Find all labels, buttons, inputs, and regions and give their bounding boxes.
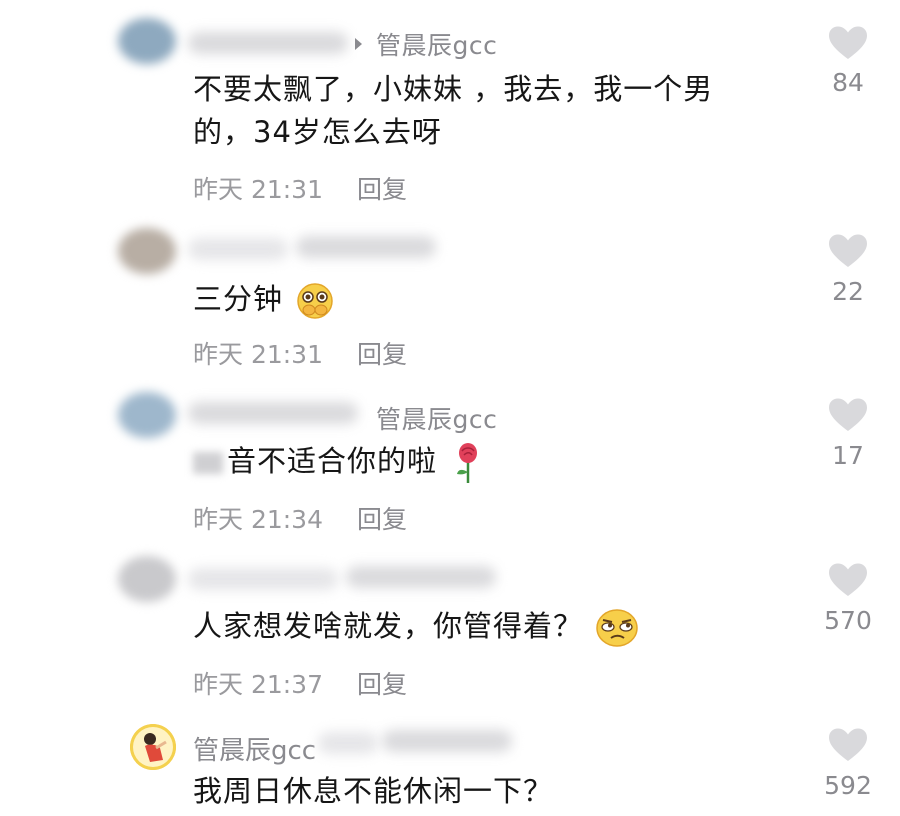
comment-time: 昨天 21:31 xyxy=(193,175,323,204)
triangle-right-icon xyxy=(355,38,362,50)
username-blurred xyxy=(188,402,358,424)
comment-meta: 昨天 21:31 回复 xyxy=(193,170,407,206)
username-blurred xyxy=(188,568,338,590)
comment-time: 昨天 21:31 xyxy=(193,340,323,369)
avatar[interactable] xyxy=(118,228,176,274)
comment-text-content: 人家想发啥就发，你管得着？ xyxy=(193,609,584,643)
avatar[interactable] xyxy=(130,724,176,770)
heart-icon[interactable] xyxy=(828,26,868,60)
reply-button[interactable]: 回复 xyxy=(357,670,407,699)
comment-meta: 昨天 21:34 回复 xyxy=(193,500,407,536)
reply-button[interactable]: 回复 xyxy=(357,340,407,369)
heart-icon[interactable] xyxy=(828,234,868,268)
comment-text: 音不适合你的啦 xyxy=(193,440,783,484)
like-count: 84 xyxy=(832,68,864,97)
reply-button[interactable]: 回复 xyxy=(357,505,407,534)
like-count: 570 xyxy=(824,606,872,635)
like-count: 17 xyxy=(832,441,864,470)
comment-text: 我周日休息不能休闲一下？ xyxy=(193,774,554,808)
like-count: 22 xyxy=(832,277,864,306)
rose-emoji xyxy=(457,443,478,483)
comment-meta: 昨天 21:31 回复 xyxy=(193,335,407,371)
reply-to-username[interactable]: 管晨辰gcc xyxy=(376,400,497,436)
pleading-hands-emoji xyxy=(297,283,333,319)
heart-icon[interactable] xyxy=(828,563,868,597)
comment-time: 昨天 21:34 xyxy=(193,505,323,534)
comment-meta: 昨天 21:37 回复 xyxy=(193,665,407,701)
redacted-text xyxy=(193,452,223,474)
comment-text: 不要太飘了，小妹妹 ，我去，我一个男的，34岁怎么去呀 xyxy=(193,72,714,149)
username-blurred xyxy=(346,566,496,588)
comment-text-content: 三分钟 xyxy=(193,282,284,316)
comment-feed: 管晨辰gcc 不要太飘了，小妹妹 ，我去，我一个男的，34岁怎么去呀 昨天 21… xyxy=(0,0,900,816)
reply-to-username[interactable]: 管晨辰gcc xyxy=(376,26,497,62)
username-blurred xyxy=(188,32,348,54)
heart-icon[interactable] xyxy=(828,398,868,432)
eye-roll-emoji xyxy=(596,609,638,647)
avatar[interactable] xyxy=(118,556,176,602)
comment-time: 昨天 21:37 xyxy=(193,670,323,699)
avatar-image xyxy=(130,724,176,770)
username-blurred xyxy=(382,730,512,752)
username-blurred xyxy=(296,236,436,258)
avatar[interactable] xyxy=(118,18,176,64)
comment-text: 人家想发啥就发，你管得着？ xyxy=(193,605,783,648)
username-blurred xyxy=(318,732,378,754)
heart-icon[interactable] xyxy=(828,728,868,762)
comment-text-content: 音不适合你的啦 xyxy=(227,444,438,478)
avatar[interactable] xyxy=(118,392,176,438)
reply-button[interactable]: 回复 xyxy=(357,175,407,204)
like-count: 592 xyxy=(824,771,872,800)
comment-text: 三分钟 xyxy=(193,278,783,321)
username-blurred xyxy=(188,238,288,260)
author-name[interactable]: 管晨辰gcc xyxy=(193,730,316,767)
